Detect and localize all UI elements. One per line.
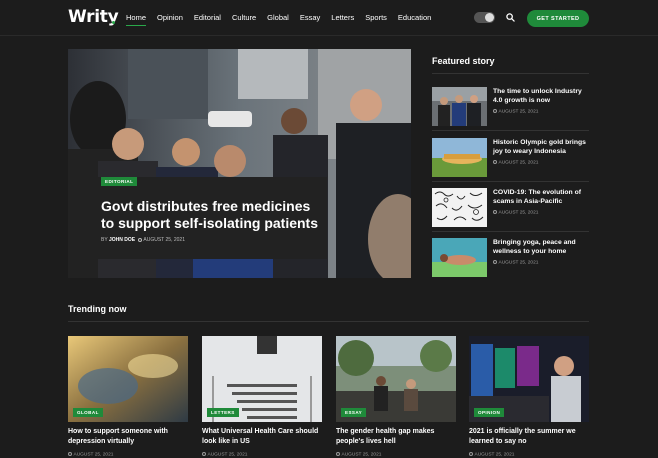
category-badge[interactable]: OPINION: [474, 408, 505, 417]
divider: [432, 231, 589, 232]
clock-icon: [493, 160, 497, 164]
card-headline[interactable]: What Universal Health Care should look l…: [202, 427, 322, 446]
date-text: AUGUST 25, 2021: [341, 452, 382, 458]
nav-item-editorial[interactable]: Editorial: [194, 13, 221, 22]
featured-headline[interactable]: The time to unlock Industry 4.0 growth i…: [493, 87, 589, 105]
card-headline[interactable]: 2021 is officially the summer we learned…: [469, 427, 589, 446]
dark-mode-toggle[interactable]: [474, 12, 495, 23]
category-badge[interactable]: ESSAY: [341, 408, 367, 417]
clock-icon: [469, 452, 473, 456]
author-name[interactable]: JOHN DOE: [109, 237, 135, 243]
divider: [68, 321, 589, 322]
date-text: AUGUST 25, 2021: [498, 210, 539, 216]
card-headline[interactable]: The gender health gap makes people's liv…: [336, 427, 456, 446]
site-header: Writy Home Opinion Editorial Culture Glo…: [0, 0, 658, 36]
date-text: AUGUST 25, 2021: [498, 260, 539, 266]
nav-item-essay[interactable]: Essay: [300, 13, 320, 22]
byline-prefix: BY: [101, 237, 108, 243]
category-badge[interactable]: EDITORIAL: [101, 177, 138, 186]
featured-item[interactable]: Historic Olympic gold brings joy to wear…: [432, 138, 589, 178]
clock-icon: [336, 452, 340, 456]
clock-icon: [493, 109, 497, 113]
card-date: AUGUST 25, 2021: [336, 452, 381, 458]
trending-card[interactable]: OPINION 2021 is officially the summer we…: [469, 336, 589, 458]
divider: [432, 130, 589, 131]
category-badge[interactable]: LETTERS: [207, 408, 239, 417]
nav-item-letters[interactable]: Letters: [331, 13, 354, 22]
category-badge[interactable]: GLOBAL: [73, 408, 103, 417]
date-text: AUGUST 25, 2021: [207, 452, 248, 458]
card-headline[interactable]: How to support someone with depression v…: [68, 427, 188, 446]
clock-icon: [68, 452, 72, 456]
clock-icon: [493, 210, 497, 214]
date-text: AUGUST 25, 2021: [498, 109, 539, 115]
trending-section-title: Trending now: [68, 304, 127, 314]
featured-thumbnail: [432, 138, 487, 177]
nav-item-sports[interactable]: Sports: [365, 13, 387, 22]
trending-card[interactable]: ESSAY The gender health gap makes people…: [336, 336, 456, 458]
date-text: AUGUST 25, 2021: [474, 452, 515, 458]
card-date: AUGUST 25, 2021: [68, 452, 113, 458]
featured-thumbnail: [432, 188, 487, 227]
nav-item-home[interactable]: Home: [126, 13, 147, 26]
card-date: AUGUST 25, 2021: [202, 452, 247, 458]
logo-dot: [112, 21, 115, 24]
nav-item-education[interactable]: Education: [398, 13, 431, 22]
main-nav: Home Opinion Editorial Culture Global Es…: [126, 13, 442, 26]
nav-item-culture[interactable]: Culture: [232, 13, 256, 22]
clock-icon: [202, 452, 206, 456]
nav-item-global[interactable]: Global: [267, 13, 289, 22]
featured-date: AUGUST 25, 2021: [493, 160, 538, 166]
divider: [432, 181, 589, 182]
hero-caption: EDITORIAL Govt distributes free medicine…: [94, 177, 327, 259]
featured-date: AUGUST 25, 2021: [493, 109, 538, 115]
search-icon[interactable]: [506, 13, 515, 22]
featured-item[interactable]: The time to unlock Industry 4.0 growth i…: [432, 87, 589, 127]
card-date: AUGUST 25, 2021: [469, 452, 514, 458]
hero-headline[interactable]: Govt distributes free medicines to suppo…: [101, 198, 323, 232]
featured-thumbnail: [432, 238, 487, 277]
featured-headline[interactable]: Bringing yoga, peace and wellness to you…: [493, 238, 589, 256]
clock-icon: [493, 260, 497, 264]
featured-item[interactable]: Bringing yoga, peace and wellness to you…: [432, 238, 589, 278]
toggle-knob: [485, 13, 494, 22]
trending-card[interactable]: LETTERS What Universal Health Care shoul…: [202, 336, 322, 458]
featured-thumbnail: [432, 87, 487, 126]
clock-icon: [137, 237, 142, 242]
date-text: AUGUST 25, 2021: [498, 160, 539, 166]
hero-date: AUGUST 25, 2021: [143, 237, 185, 243]
site-logo[interactable]: Writy: [68, 7, 119, 27]
hero-article[interactable]: EDITORIAL Govt distributes free medicine…: [68, 49, 411, 278]
featured-date: AUGUST 25, 2021: [493, 260, 538, 266]
featured-section-title: Featured story: [432, 56, 495, 66]
nav-item-opinion[interactable]: Opinion: [157, 13, 183, 22]
featured-headline[interactable]: COVID-19: The evolution of scams in Asia…: [493, 188, 589, 206]
trending-card[interactable]: GLOBAL How to support someone with depre…: [68, 336, 188, 458]
date-text: AUGUST 25, 2021: [73, 452, 114, 458]
featured-headline[interactable]: Historic Olympic gold brings joy to wear…: [493, 138, 589, 156]
featured-item[interactable]: COVID-19: The evolution of scams in Asia…: [432, 188, 589, 228]
featured-date: AUGUST 25, 2021: [493, 210, 538, 216]
divider: [432, 73, 589, 74]
hero-meta: BY JOHN DOE AUGUST 25, 2021: [101, 237, 185, 243]
get-started-button[interactable]: GET STARTED: [527, 10, 589, 27]
